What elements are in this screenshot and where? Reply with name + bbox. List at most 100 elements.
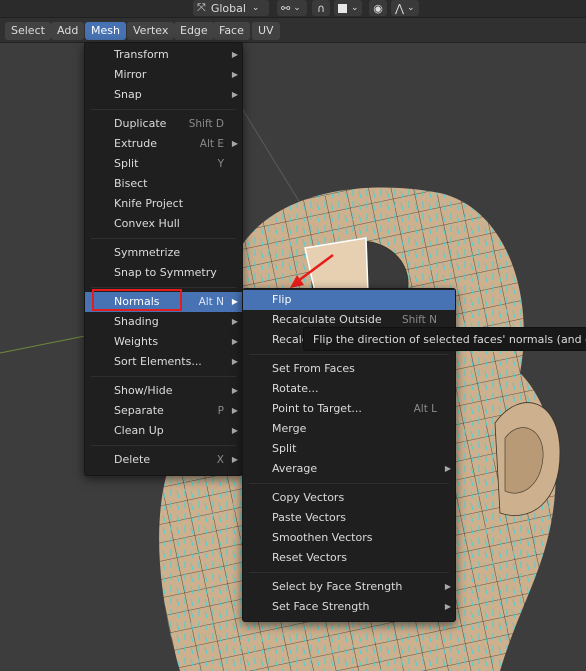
menu-item-label: Reset Vectors	[272, 551, 348, 564]
menu-item-label: Mirror	[114, 68, 147, 81]
menu-item-mirror[interactable]: Mirror ▶	[85, 65, 242, 85]
menu-item-label: Smoothen Vectors	[272, 531, 373, 544]
menu-item-label: Copy Vectors	[272, 491, 345, 504]
menu-item-smoothen-vectors[interactable]: Smoothen Vectors	[243, 528, 455, 548]
submenu-arrow-icon: ▶	[231, 406, 238, 415]
menu-item-extrude[interactable]: Extrude Alt E ▶	[85, 134, 242, 154]
menu-item-label: Merge	[272, 422, 307, 435]
menu-add[interactable]: Add	[51, 22, 85, 40]
menu-item-rotate[interactable]: Rotate...	[243, 379, 455, 399]
menu-item-set-face-strength[interactable]: Set Face Strength ▶	[243, 597, 455, 617]
orientation-dropdown[interactable]: ⤧ Global ⌄	[193, 0, 269, 16]
menu-item-label: Clean Up	[114, 424, 164, 437]
menu-separator	[249, 354, 449, 355]
menu-mesh[interactable]: Mesh	[85, 22, 126, 40]
snap-toggle[interactable]: ∩	[312, 0, 330, 16]
menu-item-merge[interactable]: Merge	[243, 419, 455, 439]
menu-item-symmetrize[interactable]: Symmetrize	[85, 243, 242, 263]
submenu-arrow-icon: ▶	[231, 70, 238, 79]
menu-item-split-normals[interactable]: Split	[243, 439, 455, 459]
menu-separator	[91, 376, 236, 377]
menu-item-label: Split	[114, 157, 139, 170]
menu-item-label: Extrude	[114, 137, 158, 150]
submenu-arrow-icon: ▶	[231, 139, 238, 148]
menu-item-label: Average	[272, 462, 318, 475]
orientation-icon: ⤧	[197, 1, 206, 14]
menu-item-bisect[interactable]: Bisect	[85, 174, 242, 194]
proportional-edit-toggle[interactable]: ◉	[369, 0, 387, 16]
menu-item-copy-vectors[interactable]: Copy Vectors	[243, 488, 455, 508]
submenu-arrow-icon: ▶	[444, 602, 451, 611]
menu-item-delete[interactable]: Delete X ▶	[85, 450, 242, 470]
editor-menubar: Select Add Mesh Vertex Edge Face UV	[0, 18, 586, 43]
menu-vertex[interactable]: Vertex	[127, 22, 175, 40]
menu-face[interactable]: Face	[213, 22, 250, 40]
menu-item-sort-elements[interactable]: Sort Elements... ▶	[85, 352, 242, 372]
submenu-arrow-icon: ▶	[444, 464, 451, 473]
menu-item-transform[interactable]: Transform ▶	[85, 45, 242, 65]
menu-item-knife-project[interactable]: Knife Project	[85, 194, 242, 214]
proportional-icon: ◉	[373, 1, 383, 15]
menu-item-label: Transform	[114, 48, 169, 61]
square-icon	[338, 3, 347, 13]
pivot-dropdown[interactable]: ⚯ ⌄	[277, 0, 307, 16]
menu-item-label: Convex Hull	[114, 217, 180, 230]
submenu-arrow-icon: ▶	[444, 582, 451, 591]
viewport-header: ⤧ Global ⌄ ⚯ ⌄ ∩ ⌄ ◉ ⋀ ⌄	[0, 0, 586, 18]
menu-edge[interactable]: Edge	[174, 22, 214, 40]
snap-element-dropdown[interactable]: ⌄	[334, 0, 362, 16]
shortcut-label: P	[217, 405, 224, 417]
shortcut-label: Alt E	[199, 138, 224, 150]
menu-separator	[91, 109, 236, 110]
menu-separator	[249, 572, 449, 573]
menu-item-convex-hull[interactable]: Convex Hull	[85, 214, 242, 234]
menu-item-label: Sort Elements...	[114, 355, 202, 368]
menu-item-split[interactable]: Split Y	[85, 154, 242, 174]
menu-item-label: Flip	[272, 293, 292, 306]
menu-item-separate[interactable]: Separate P ▶	[85, 401, 242, 421]
submenu-arrow-icon: ▶	[231, 357, 238, 366]
menu-item-set-from-faces[interactable]: Set From Faces	[243, 359, 455, 379]
menu-item-label: Show/Hide	[114, 384, 173, 397]
shortcut-label: Alt N	[198, 296, 224, 308]
menu-item-average[interactable]: Average ▶	[243, 459, 455, 479]
submenu-arrow-icon: ▶	[231, 386, 238, 395]
submenu-arrow-icon: ▶	[231, 50, 238, 59]
menu-item-label: Symmetrize	[114, 246, 181, 259]
menu-separator	[249, 483, 449, 484]
menu-item-flip[interactable]: Flip	[243, 290, 455, 310]
chevron-down-icon: ⌄	[407, 3, 415, 13]
menu-separator	[91, 445, 236, 446]
menu-item-reset-vectors[interactable]: Reset Vectors	[243, 548, 455, 568]
menu-item-show-hide[interactable]: Show/Hide ▶	[85, 381, 242, 401]
submenu-arrow-icon: ▶	[231, 90, 238, 99]
menu-item-clean-up[interactable]: Clean Up ▶	[85, 421, 242, 441]
magnet-icon: ∩	[316, 1, 326, 15]
menu-uv[interactable]: UV	[252, 22, 280, 40]
menu-separator	[91, 238, 236, 239]
menu-item-label: Bisect	[114, 177, 148, 190]
shortcut-label: X	[216, 454, 224, 466]
shortcut-label: Y	[217, 158, 224, 170]
menu-item-label: Set Face Strength	[272, 600, 370, 613]
chevron-down-icon: ⌄	[293, 3, 301, 13]
menu-item-label: Split	[272, 442, 297, 455]
chevron-down-icon: ⌄	[251, 3, 260, 13]
menu-item-shading[interactable]: Shading ▶	[85, 312, 242, 332]
menu-item-paste-vectors[interactable]: Paste Vectors	[243, 508, 455, 528]
menu-item-point-to-target[interactable]: Point to Target... Alt L	[243, 399, 455, 419]
menu-item-weights[interactable]: Weights ▶	[85, 332, 242, 352]
menu-item-snap[interactable]: Snap ▶	[85, 85, 242, 105]
menu-item-label: Knife Project	[114, 197, 184, 210]
menu-item-label: Weights	[114, 335, 159, 348]
menu-item-snap-to-symmetry[interactable]: Snap to Symmetry	[85, 263, 242, 283]
menu-item-duplicate[interactable]: Duplicate Shift D	[85, 114, 242, 134]
menu-select[interactable]: Select	[5, 22, 51, 40]
orientation-label: Global	[210, 1, 246, 15]
menu-item-label: Paste Vectors	[272, 511, 346, 524]
mesh-menu: Transform ▶ Mirror ▶ Snap ▶ Duplicate Shift …	[84, 42, 243, 476]
menu-item-select-by-face-strength[interactable]: Select by Face Strength ▶	[243, 577, 455, 597]
falloff-dropdown[interactable]: ⋀ ⌄	[391, 0, 419, 16]
annotation-highlight-box	[92, 289, 182, 311]
submenu-arrow-icon: ▶	[231, 455, 238, 464]
